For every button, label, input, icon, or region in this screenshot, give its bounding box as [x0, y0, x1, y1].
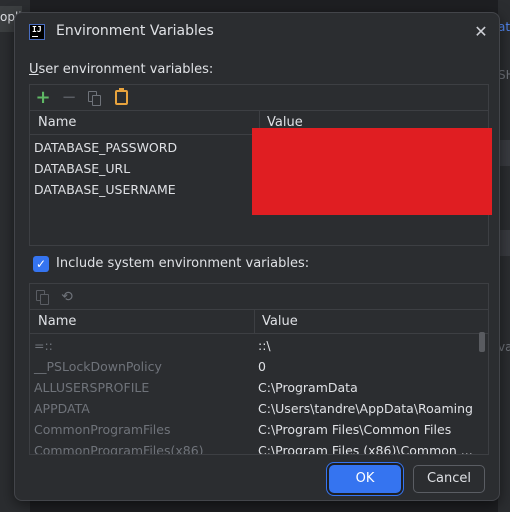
variable-value: C:\Program Files\Common Files: [258, 422, 452, 437]
table-row[interactable]: APPDATA C:\Users\tandre\AppData\Roaming: [30, 398, 480, 419]
system-env-header: Name Value: [30, 310, 488, 334]
variable-name: __PSLockDownPolicy: [34, 359, 162, 374]
variable-name: DATABASE_URL: [34, 161, 131, 176]
redacted-values-block: [252, 128, 492, 215]
variable-value: C:\Users\tandre\AppData\Roaming: [258, 401, 473, 416]
variable-value: ::\: [258, 338, 271, 353]
include-system-checkbox[interactable]: ✓: [33, 256, 49, 272]
column-header-value[interactable]: Value: [254, 310, 298, 334]
ok-button[interactable]: OK: [329, 465, 401, 493]
variable-value: C:\ProgramData: [258, 380, 358, 395]
add-icon[interactable]: +: [34, 89, 52, 107]
intellij-app-icon: IJ: [29, 24, 45, 40]
cancel-button[interactable]: Cancel: [413, 465, 485, 493]
variable-name: ALLUSERSPROFILE: [34, 380, 150, 395]
table-row[interactable]: =:: ::\: [30, 335, 480, 356]
reset-icon[interactable]: ⟲: [58, 288, 76, 306]
variable-name: APPDATA: [34, 401, 90, 416]
copy-icon[interactable]: [34, 288, 52, 306]
system-env-table-panel: ⟲ Name Value =:: ::\ __PSLockDownPolicy …: [29, 283, 489, 455]
column-header-name[interactable]: Name: [30, 310, 76, 334]
copy-icon[interactable]: [86, 89, 104, 107]
close-icon[interactable]: ✕: [471, 22, 491, 42]
variable-value: C:\Program Files (x86)\Common ...: [258, 443, 473, 455]
dialog-title-bar: IJ Environment Variables ✕: [15, 13, 499, 51]
remove-icon[interactable]: −: [60, 89, 78, 107]
user-env-label: User environment variables:: [29, 62, 214, 77]
table-row[interactable]: CommonProgramFiles C:\Program Files\Comm…: [30, 419, 480, 440]
variable-name: =::: [34, 338, 53, 353]
variable-name: DATABASE_PASSWORD: [34, 140, 178, 155]
table-row[interactable]: __PSLockDownPolicy 0: [30, 356, 480, 377]
dialog-title: Environment Variables: [56, 23, 214, 39]
paste-icon[interactable]: [115, 88, 128, 105]
system-env-toolbar: ⟲: [30, 284, 488, 310]
include-system-label[interactable]: Include system environment variables:: [56, 256, 309, 271]
environment-variables-dialog: IJ Environment Variables ✕ User environm…: [14, 12, 500, 501]
variable-value: 0: [258, 359, 266, 374]
vertical-scrollbar[interactable]: [479, 332, 485, 352]
column-header-name[interactable]: Name: [30, 111, 76, 135]
variable-name: DATABASE_USERNAME: [34, 182, 176, 197]
variable-name: CommonProgramFiles(x86): [34, 443, 204, 455]
user-env-toolbar: + −: [30, 85, 488, 111]
variable-name: CommonProgramFiles: [34, 422, 171, 437]
table-row[interactable]: CommonProgramFiles(x86) C:\Program Files…: [30, 440, 480, 455]
table-row[interactable]: ALLUSERSPROFILE C:\ProgramData: [30, 377, 480, 398]
